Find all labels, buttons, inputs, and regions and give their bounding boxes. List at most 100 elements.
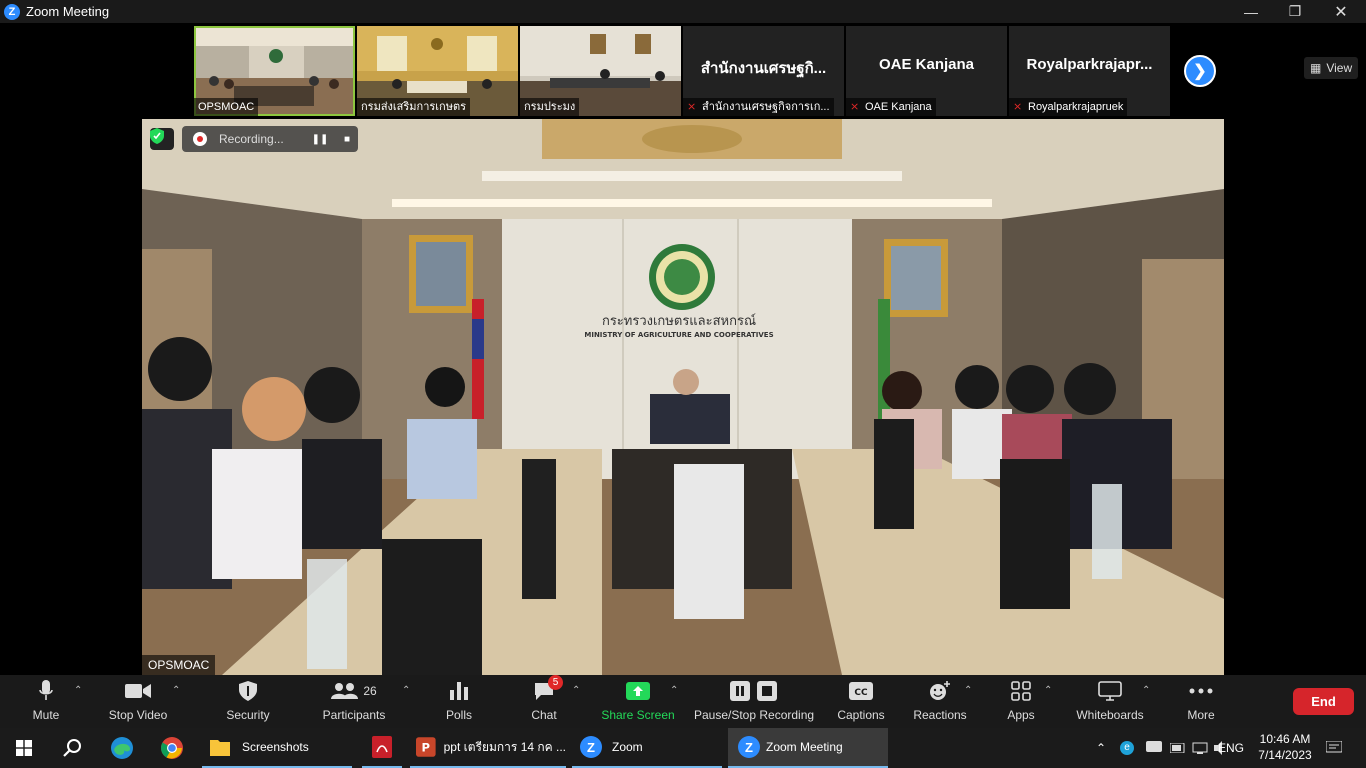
apps-options-caret[interactable]: ⌃ xyxy=(1044,685,1052,696)
cloud-recording-icon xyxy=(193,132,207,146)
chat-button[interactable]: 5 Chat xyxy=(530,675,563,725)
ie-tray-icon[interactable]: e xyxy=(1120,728,1134,768)
pause-recording-button[interactable]: ❚❚ xyxy=(312,131,329,147)
whiteboard-icon xyxy=(1098,679,1122,703)
powerpoint-icon: P xyxy=(416,737,436,757)
mic-muted-icon: ⨯ xyxy=(1013,101,1023,113)
grid-icon: ▦ xyxy=(1310,61,1322,75)
thumbnail-oae[interactable]: สำนักงานเศรษฐกิ... ⨯ สำนักงานเศรษฐกิจการเ… xyxy=(683,26,844,116)
thumbnail-oae-kanjana[interactable]: OAE Kanjana ⨯ OAE Kanjana xyxy=(846,26,1007,116)
chevron-up-icon: ⌃ xyxy=(1096,741,1107,755)
thumbnail-opsmoac[interactable]: OPSMOAC xyxy=(194,26,355,116)
pause-stop-recording-button[interactable]: Pause/Stop Recording xyxy=(694,679,814,725)
chrome-icon xyxy=(161,737,183,759)
security-button[interactable]: Security xyxy=(224,679,272,725)
main-speaker-name: OPSMOAC xyxy=(142,655,216,675)
whiteboards-options-caret[interactable]: ⌃ xyxy=(1142,685,1150,696)
mic-muted-icon: ⨯ xyxy=(850,101,860,113)
chat-badge: 5 xyxy=(548,675,563,690)
edge-browser-button[interactable] xyxy=(98,728,146,768)
participants-options-caret[interactable]: ⌃ xyxy=(402,685,410,696)
show-hidden-icons-button[interactable]: ⌃ xyxy=(1096,728,1106,768)
participant-name: กรมส่งเสริมการเกษตร xyxy=(357,98,471,116)
share-options-caret[interactable]: ⌃ xyxy=(670,685,678,696)
sign-english: MINISTRY OF AGRICULTURE AND COOPERATIVES xyxy=(584,331,773,339)
taskbar-item-powerpoint[interactable]: P ppt เตรียมการ 14 กค ... xyxy=(410,728,566,768)
notification-icon xyxy=(1326,741,1342,753)
end-meeting-button[interactable]: End xyxy=(1293,688,1354,715)
participant-display-name: Royalparkrajapr... xyxy=(1026,56,1153,73)
video-options-caret[interactable]: ⌃ xyxy=(172,685,180,696)
view-button[interactable]: ▦ View xyxy=(1304,57,1359,79)
chevron-right-icon: ❯ xyxy=(1193,63,1207,80)
chat-bubble-icon: 5 xyxy=(533,675,563,703)
pause-icon xyxy=(730,681,750,701)
thumbnail-royalpark[interactable]: Royalparkrajapr... ⨯ Royalparkrajapruek xyxy=(1009,26,1170,116)
apps-icon xyxy=(1011,679,1031,703)
restore-icon[interactable]: ❐ xyxy=(1272,0,1318,23)
reactions-options-caret[interactable]: ⌃ xyxy=(964,685,972,696)
share-screen-button[interactable]: Share Screen xyxy=(601,679,675,725)
taskbar-item-zoom[interactable]: Z Zoom xyxy=(572,728,722,768)
search-button[interactable] xyxy=(48,728,96,768)
thumbnail-fisheries[interactable]: กรมประมง xyxy=(520,26,681,116)
participant-name: OPSMOAC xyxy=(194,98,259,116)
network-icon[interactable] xyxy=(1192,728,1208,768)
minimize-icon[interactable]: — xyxy=(1228,0,1274,23)
participant-name: ⨯ Royalparkrajapruek xyxy=(1009,98,1128,116)
stop-video-button[interactable]: Stop Video xyxy=(106,679,170,725)
main-video[interactable]: กระทรวงเกษตรและสหกรณ์ MINISTRY OF AGRICU… xyxy=(142,119,1224,675)
audio-options-caret[interactable]: ⌃ xyxy=(74,685,82,696)
captions-icon: CC xyxy=(849,679,873,703)
chat-tray-icon[interactable] xyxy=(1146,728,1162,768)
svg-text:CC: CC xyxy=(854,688,868,698)
pdf-icon xyxy=(372,736,392,758)
folder-icon xyxy=(210,740,230,756)
mute-button[interactable]: Mute xyxy=(30,679,62,725)
participant-display-name: สำนักงานเศรษฐกิ... xyxy=(700,60,827,77)
participants-button[interactable]: 26 Participants xyxy=(320,679,388,725)
meeting-room-scene: กระทรวงเกษตรและสหกรณ์ MINISTRY OF AGRICU… xyxy=(142,119,1224,675)
taskbar-item-zoom-meeting[interactable]: Z Zoom Meeting xyxy=(728,728,888,768)
mic-muted-icon: ⨯ xyxy=(687,101,697,113)
participant-name: ⨯ OAE Kanjana xyxy=(846,98,936,116)
thumbnail-doae[interactable]: กรมส่งเสริมการเกษตร xyxy=(357,26,518,116)
taskbar-item-screenshots[interactable]: Screenshots xyxy=(202,728,352,768)
stop-recording-button[interactable]: ■ xyxy=(339,131,355,147)
chrome-browser-button[interactable] xyxy=(148,728,196,768)
captions-button[interactable]: CC Captions xyxy=(836,679,886,725)
notifications-button[interactable] xyxy=(1326,728,1342,768)
bar-chart-icon xyxy=(450,679,468,703)
next-page-button[interactable]: ❯ xyxy=(1184,55,1216,87)
edge-icon xyxy=(111,737,133,759)
window-title: Zoom Meeting xyxy=(26,4,110,19)
polls-button[interactable]: Polls xyxy=(444,679,474,725)
zoom-icon: Z xyxy=(580,736,602,758)
participant-name: ⨯ สำนักงานเศรษฐกิจการเก... xyxy=(683,98,834,116)
battery-icon[interactable] xyxy=(1170,728,1186,768)
reactions-button[interactable]: Reactions xyxy=(912,679,968,725)
participants-icon xyxy=(331,683,359,699)
system-clock[interactable]: 10:46 AM 7/14/2023 xyxy=(1250,731,1320,763)
clock-date: 7/14/2023 xyxy=(1258,748,1312,762)
participants-count: 26 xyxy=(363,684,377,698)
recording-label: Recording... xyxy=(219,132,284,146)
ellipsis-icon xyxy=(1189,679,1213,703)
shield-icon xyxy=(239,679,257,703)
close-icon[interactable]: ✕ xyxy=(1318,0,1364,23)
language-indicator[interactable]: ENG xyxy=(1218,728,1244,768)
windows-logo-icon xyxy=(16,740,32,756)
search-icon xyxy=(63,739,81,757)
windows-taskbar: Screenshots P ppt เตรียมการ 14 กค ... Z … xyxy=(0,728,1366,768)
start-button[interactable] xyxy=(0,728,48,768)
clock-time: 10:46 AM xyxy=(1259,732,1311,746)
chat-options-caret[interactable]: ⌃ xyxy=(572,685,580,696)
sign-thai: กระทรวงเกษตรและสหกรณ์ xyxy=(602,313,756,329)
encryption-shield-icon[interactable] xyxy=(150,128,174,150)
taskbar-item-pdf[interactable] xyxy=(362,728,402,768)
microphone-icon xyxy=(39,679,53,703)
whiteboards-button[interactable]: Whiteboards xyxy=(1074,679,1146,725)
more-button[interactable]: More xyxy=(1184,679,1218,725)
apps-button[interactable]: Apps xyxy=(1004,679,1038,725)
video-camera-icon xyxy=(125,679,151,703)
